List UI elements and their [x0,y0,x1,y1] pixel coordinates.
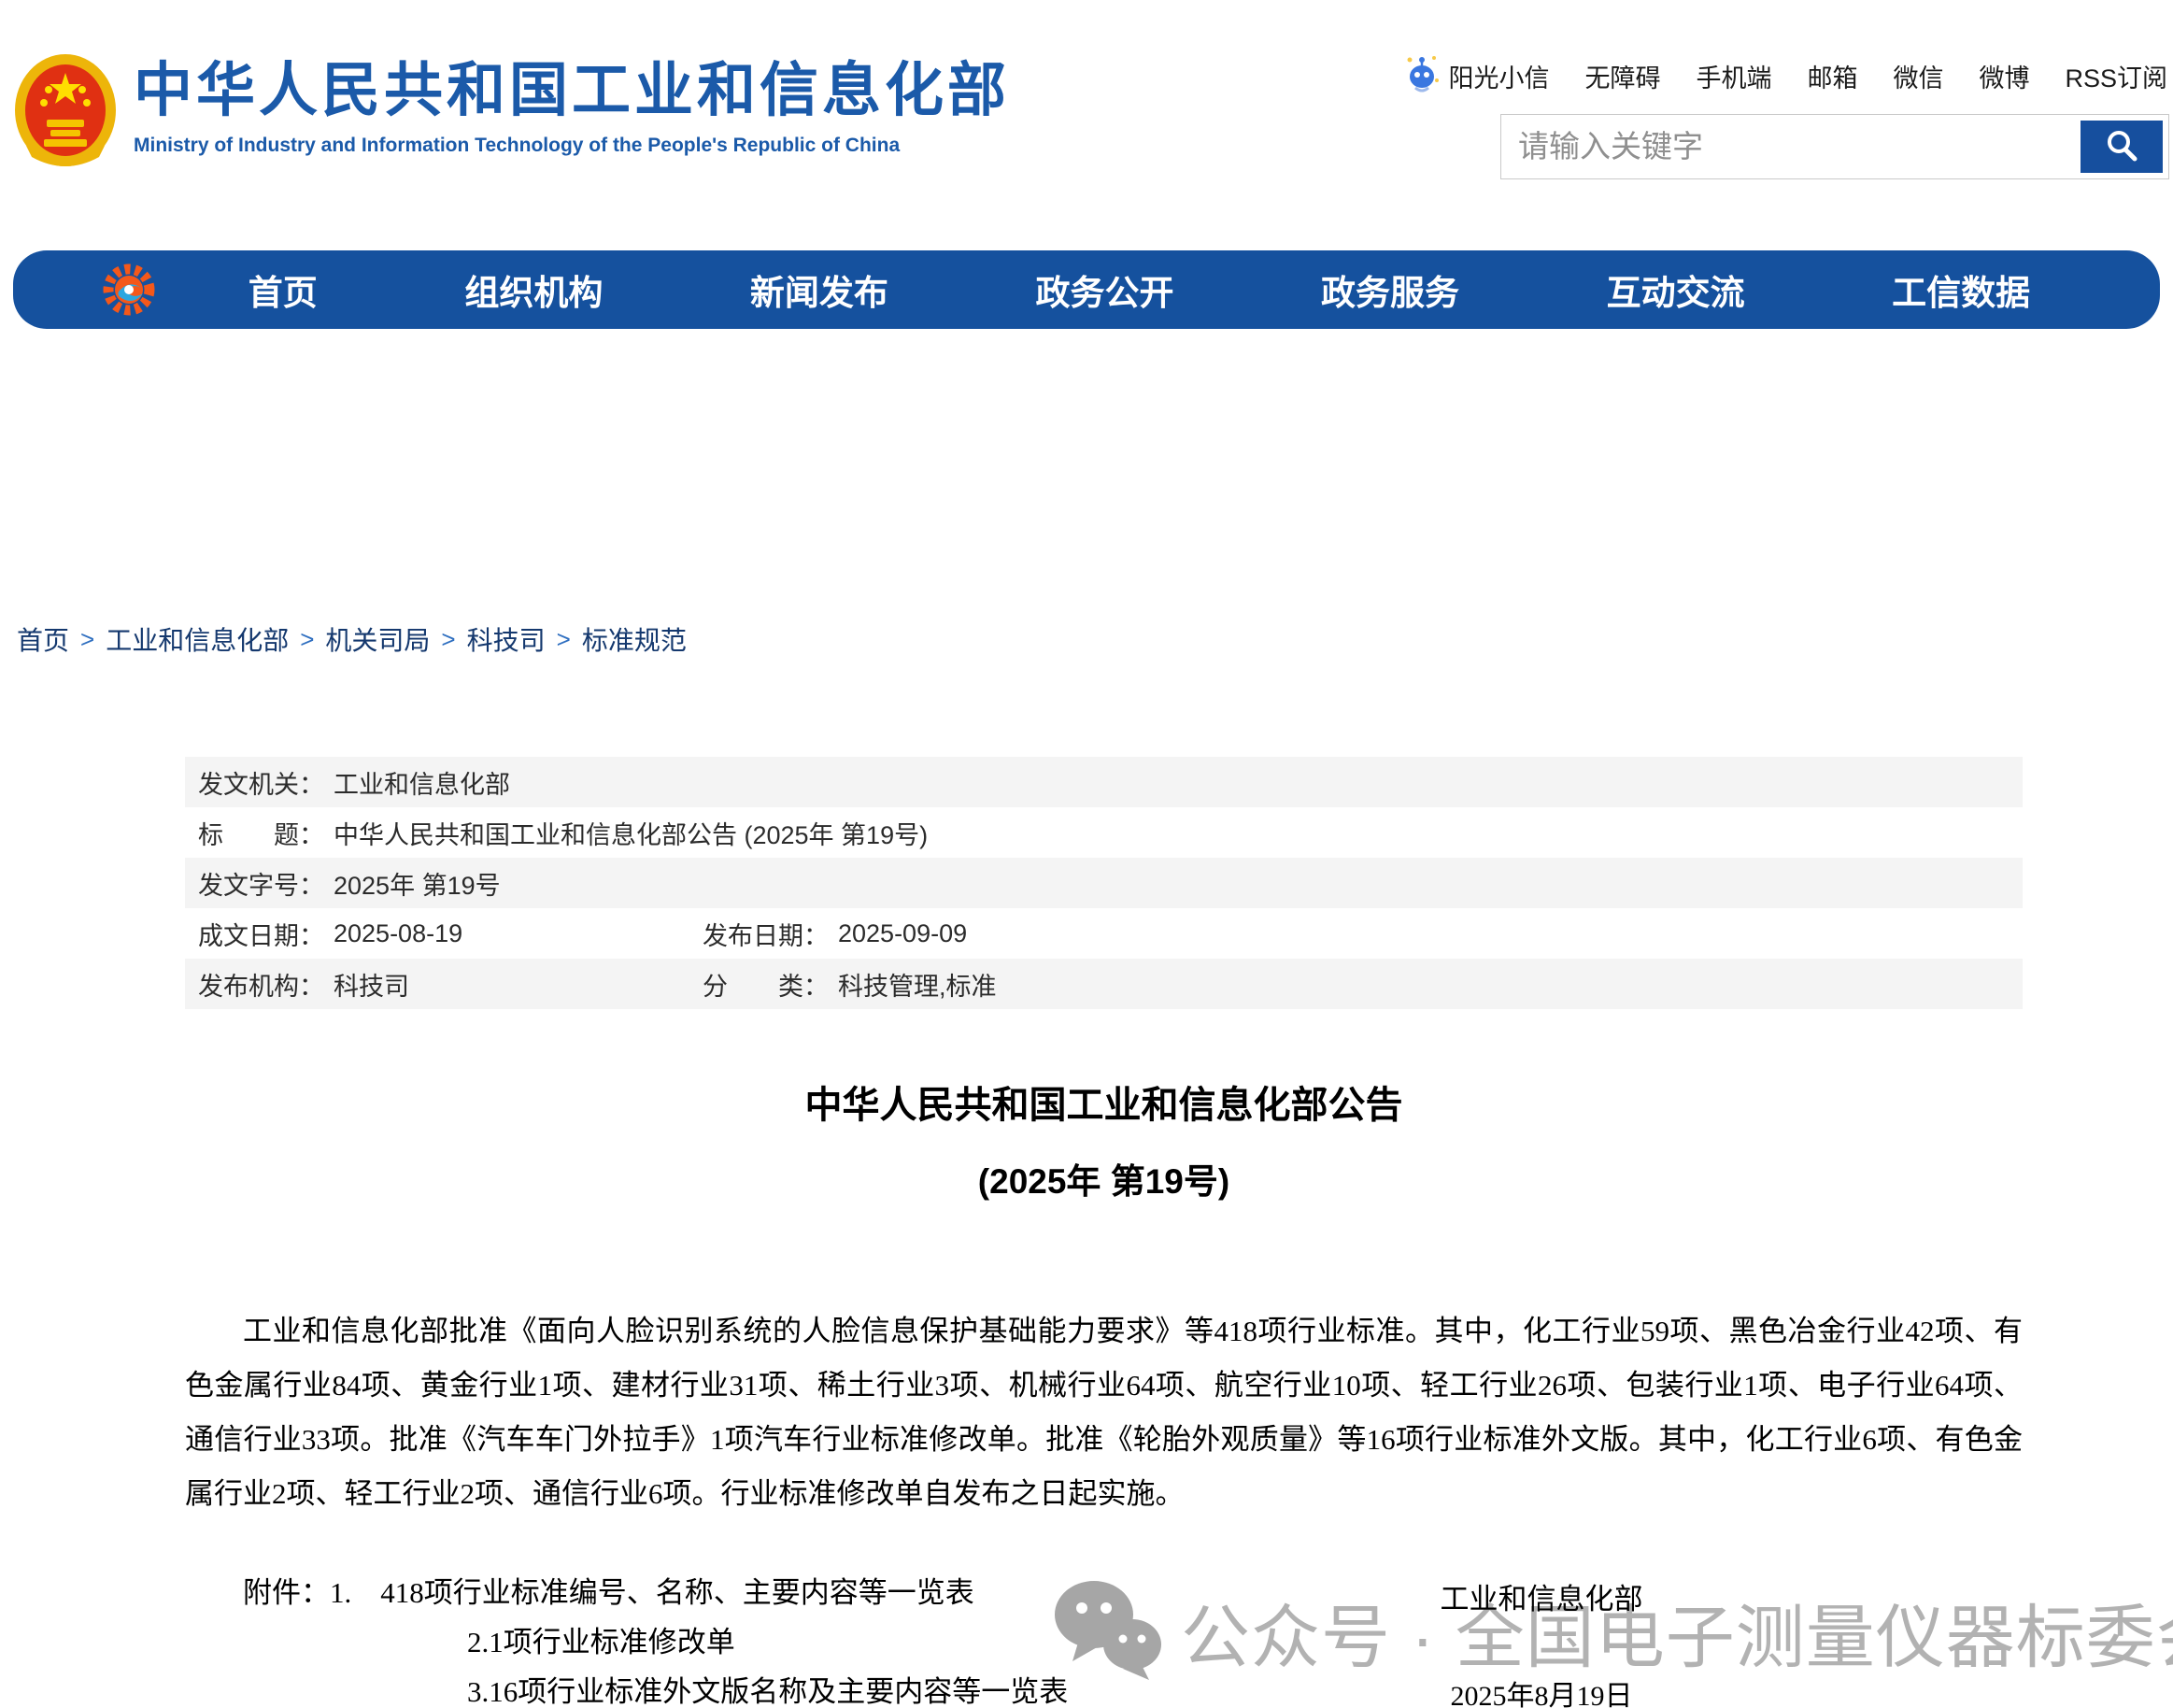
meta-value: 2025年 第19号 [334,865,501,902]
meta-value: 工业和信息化部 [334,764,510,801]
nav-list: 首页 组织机构 新闻发布 政务公开 政务服务 互动交流 工信数据 [175,264,2104,315]
doc-subtitle: (2025年 第19号) [185,1153,2023,1203]
nav-item-org[interactable]: 组织机构 [464,264,603,315]
wechat-icon [1052,1577,1164,1687]
meta-value: 2025-08-19 [334,919,462,948]
site-header: 中华人民共和国工业和信息化部 Ministry of Industry and … [0,0,2173,250]
nav-item-gov-service[interactable]: 政务服务 [1321,264,1459,315]
meta-row-org-category: 发布机构： 科技司 分 类： 科技管理,标准 [185,959,2023,1009]
site-subtitle: Ministry of Industry and Information Tec… [134,135,1010,157]
breadcrumb-separator: > [557,625,571,654]
meta-label: 标 题： [198,815,324,851]
meta-value: 2025-09-09 [838,919,967,948]
attachment-item-3[interactable]: 3.16项行业标准外文版名称及主要内容等一览表 [467,1675,1068,1708]
breadcrumb-separator: > [300,625,314,654]
breadcrumb-link-departments[interactable]: 机关司局 [325,620,430,658]
utility-links: 阳光小信 无障碍 手机端 邮箱 微信 微博 RSS订阅 [1403,52,2167,100]
search-icon [2102,126,2141,168]
signature: 工业和信息化部 [1406,1575,1677,1617]
attachments-label: 附件： [243,1576,330,1609]
breadcrumb: 首页 > 工业和信息化部 > 机关司局 > 科技司 > 标准规范 [17,620,2173,658]
content: 发文机关： 工业和信息化部 标 题： 中华人民共和国工业和信息化部公告 (202… [185,757,2023,1708]
national-emblem-logo[interactable] [13,52,118,177]
meta-row-title: 标 题： 中华人民共和国工业和信息化部公告 (2025年 第19号) [185,807,2023,858]
page: 中华人民共和国工业和信息化部 Ministry of Industry and … [0,0,2173,1708]
meta-row-dates: 成文日期： 2025-08-19 发布日期： 2025-09-09 [185,908,2023,959]
main-nav: 首页 组织机构 新闻发布 政务公开 政务服务 互动交流 工信数据 [13,250,2160,329]
meta-label: 成文日期： [198,916,324,952]
attachment-item-2[interactable]: 2.1项行业标准修改单 [467,1626,735,1658]
breadcrumb-separator: > [80,625,94,654]
watermark-text: 公众号 · 全国电子测量仪器标委会 [1181,1582,2173,1682]
utility-link-mobile[interactable]: 手机端 [1696,58,1771,94]
nav-logo-icon [102,263,156,317]
meta-value: 科技司 [334,966,409,1003]
nav-item-interaction[interactable]: 互动交流 [1607,264,1745,315]
breadcrumb-link-science-tech[interactable]: 科技司 [467,620,546,658]
breadcrumb-separator: > [441,625,455,654]
nav-item-news[interactable]: 新闻发布 [750,264,888,315]
nav-item-gov-open[interactable]: 政务公开 [1035,264,1173,315]
meta-label: 发布机构： [198,966,324,1003]
meta-label: 发布日期： [703,916,829,952]
meta-row-issuing-org: 发文机关： 工业和信息化部 [185,757,2023,807]
breadcrumb-link-home[interactable]: 首页 [17,620,69,658]
meta-label: 发文字号： [198,865,324,902]
utility-link-assistant[interactable]: 阳光小信 [1403,52,1549,100]
doc-title: 中华人民共和国工业和信息化部公告 [185,1075,2023,1129]
meta-label: 发文机关： [198,764,324,801]
attachment-item-1[interactable]: 1. 418项行业标准编号、名称、主要内容等一览表 [330,1576,974,1609]
search-form [1500,114,2169,179]
meta-label: 分 类： [703,966,829,1003]
doc-paragraph: 工业和信息化部批准《面向人脸识别系统的人脸信息保护基础能力要求》等418项行业标… [185,1304,2023,1521]
meta-table: 发文机关： 工业和信息化部 标 题： 中华人民共和国工业和信息化部公告 (202… [185,757,2023,1009]
meta-row-doc-no: 发文字号： 2025年 第19号 [185,858,2023,908]
utility-link-rss[interactable]: RSS订阅 [2065,58,2167,94]
nav-item-home[interactable]: 首页 [249,264,318,315]
search-button[interactable] [2081,121,2163,173]
search-input[interactable] [1501,115,2071,178]
meta-value: 科技管理,标准 [838,966,997,1003]
nav-item-data[interactable]: 工信数据 [1892,264,2030,315]
national-emblem-icon [13,52,118,172]
site-title: 中华人民共和国工业和信息化部 [134,58,1010,123]
breadcrumb-current: 标准规范 [582,620,687,658]
site-title-block: 中华人民共和国工业和信息化部 Ministry of Industry and … [134,58,1010,157]
meta-value: 中华人民共和国工业和信息化部公告 (2025年 第19号) [334,815,928,851]
utility-link-weibo[interactable]: 微博 [1979,58,2029,94]
doc-date: 2025年8月19日 [1406,1672,1677,1708]
utility-link-accessibility[interactable]: 无障碍 [1584,58,1660,94]
breadcrumb-link-miit[interactable]: 工业和信息化部 [106,620,289,658]
utility-link-wechat[interactable]: 微信 [1893,58,1943,94]
assistant-robot-icon [1403,52,1441,100]
utility-link-mail[interactable]: 邮箱 [1807,58,1857,94]
